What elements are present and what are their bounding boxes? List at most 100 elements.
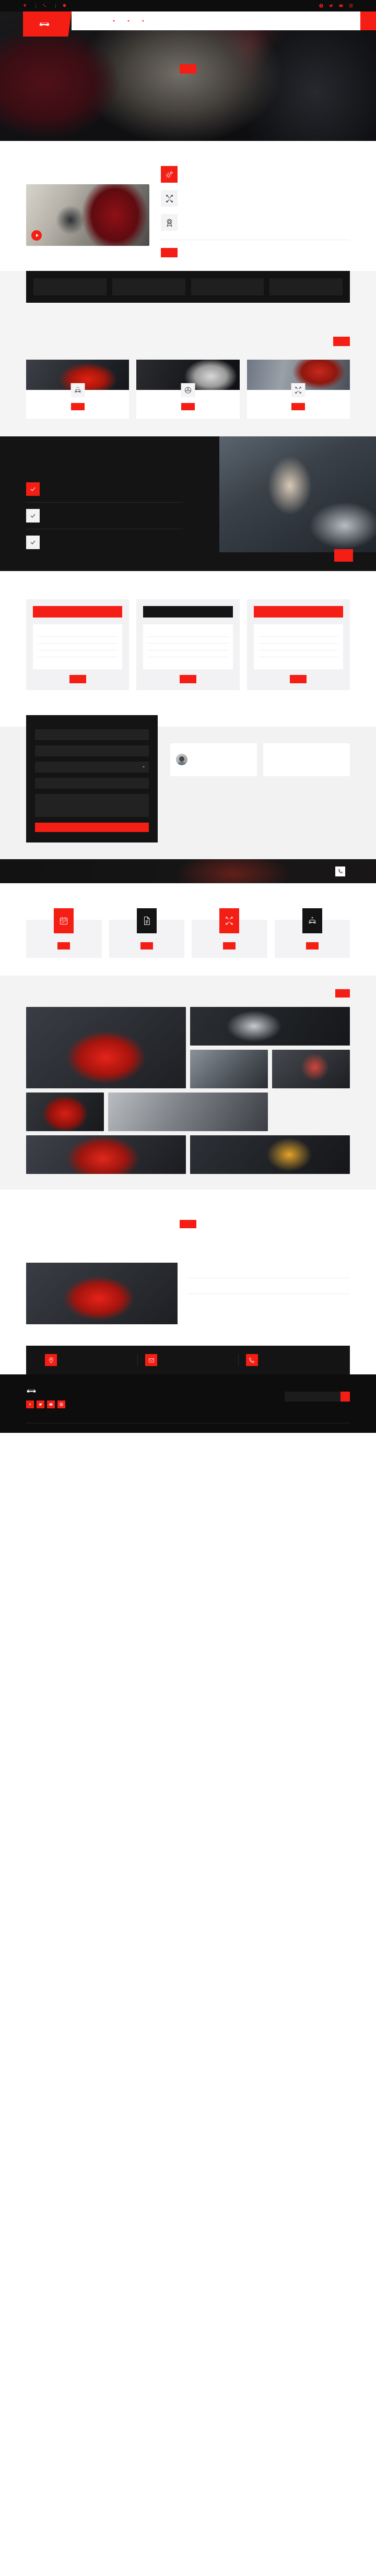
hero-learn-more-button[interactable] — [180, 64, 196, 74]
twitter-icon[interactable] — [37, 1400, 44, 1409]
select-plan-button[interactable] — [179, 675, 196, 684]
date-field[interactable] — [35, 778, 149, 789]
nav-item-pages[interactable] — [126, 20, 130, 22]
gallery-section — [0, 976, 376, 1190]
get-offer-button[interactable] — [180, 1219, 196, 1228]
gallery-item[interactable] — [190, 1007, 350, 1046]
blog-post-item[interactable] — [188, 1278, 350, 1293]
service-learn-more-button[interactable] — [70, 402, 85, 410]
gallery-item[interactable] — [26, 1093, 104, 1132]
facebook-icon[interactable] — [319, 4, 323, 8]
gallery-item[interactable] — [108, 1093, 268, 1132]
pricing-feature-list — [33, 624, 123, 670]
check-icon — [26, 509, 40, 523]
about-call-row — [161, 248, 350, 257]
appointment-button[interactable] — [360, 11, 376, 30]
make-appointment-button[interactable] — [35, 823, 149, 833]
location-icon — [45, 1354, 57, 1367]
pricing-plan-name — [143, 606, 233, 618]
car-logo-icon — [39, 20, 50, 29]
topbar — [0, 0, 376, 11]
chevron-down-icon — [127, 20, 130, 22]
topbar-phone[interactable] — [43, 4, 49, 8]
youtube-icon[interactable] — [339, 4, 343, 8]
facebook-icon[interactable] — [26, 1400, 34, 1409]
instagram-icon[interactable] — [349, 4, 353, 8]
location-icon — [23, 4, 27, 8]
footer-link[interactable] — [209, 1408, 275, 1412]
blog-featured-image — [26, 1263, 178, 1325]
step-read-more-button[interactable] — [223, 942, 236, 950]
info-bar-wrap — [0, 1346, 376, 1375]
appointment-form — [26, 715, 158, 843]
service-learn-more-button[interactable] — [181, 402, 195, 410]
pricing-feature — [258, 657, 338, 663]
steps-section — [0, 883, 376, 976]
service-learn-more-button[interactable] — [291, 402, 306, 410]
gallery-item[interactable] — [272, 1050, 350, 1089]
gallery-item[interactable] — [26, 1135, 186, 1174]
service-card[interactable] — [26, 359, 130, 419]
blog-post-item[interactable] — [188, 1293, 350, 1309]
footer-link[interactable] — [135, 1408, 200, 1412]
car-logo-icon — [26, 1387, 37, 1395]
hero-cta-wrap — [0, 64, 376, 74]
step-read-more-button[interactable] — [57, 942, 70, 950]
footer-link[interactable] — [209, 1400, 275, 1404]
service-card[interactable] — [136, 359, 240, 419]
blog-section — [0, 1238, 376, 1346]
gallery-item[interactable] — [26, 1007, 186, 1089]
more-about-us-button[interactable] — [161, 248, 178, 257]
footer-logo[interactable] — [26, 1387, 125, 1395]
why-feature — [26, 476, 183, 502]
newsletter-email-input[interactable] — [284, 1392, 340, 1402]
pricing-feature — [38, 643, 118, 650]
step-card — [26, 908, 102, 958]
pricing-feature — [148, 657, 228, 663]
email-field[interactable] — [35, 745, 149, 757]
nav-item-blog[interactable] — [140, 20, 144, 22]
service-card[interactable] — [246, 359, 350, 419]
pricing-card — [246, 599, 350, 691]
services-select[interactable] — [35, 762, 149, 773]
gallery-item[interactable] — [190, 1135, 350, 1174]
all-services-button[interactable] — [333, 336, 350, 346]
mail-icon — [145, 1354, 158, 1367]
footer-bottom — [26, 1423, 350, 1433]
info-email — [137, 1354, 238, 1367]
nav-item-services[interactable] — [111, 20, 115, 22]
footer-link[interactable] — [209, 1392, 275, 1396]
info-location — [38, 1354, 137, 1367]
instagram-icon[interactable] — [57, 1400, 65, 1409]
footer-link[interactable] — [209, 1396, 275, 1400]
watch-video-button[interactable] — [31, 230, 44, 241]
pricing-plan-name — [33, 606, 123, 618]
youtube-icon[interactable] — [47, 1400, 55, 1409]
logo[interactable] — [23, 11, 72, 37]
car-wash-icon — [70, 383, 85, 397]
footer-link[interactable] — [135, 1404, 200, 1408]
select-plan-button[interactable] — [69, 675, 86, 684]
blog-post-item[interactable] — [188, 1263, 350, 1278]
cta-overlay — [0, 859, 376, 884]
step-read-more-button[interactable] — [140, 942, 153, 950]
footer-link[interactable] — [135, 1392, 200, 1396]
pricing-plan-name — [253, 606, 343, 618]
twitter-icon[interactable] — [329, 4, 333, 8]
services-header — [26, 329, 350, 346]
pricing-feature — [148, 636, 228, 643]
footer-link[interactable] — [209, 1404, 275, 1408]
gallery-item[interactable] — [190, 1050, 268, 1089]
message-field[interactable] — [35, 794, 149, 817]
pricing-feature — [258, 630, 338, 636]
blog-featured-post[interactable] — [26, 1263, 178, 1329]
step-card — [274, 908, 350, 958]
step-read-more-button[interactable] — [306, 942, 319, 950]
gears-icon — [161, 166, 178, 183]
name-field[interactable] — [35, 729, 149, 741]
newsletter-subscribe-button[interactable] — [340, 1392, 350, 1402]
footer-link[interactable] — [135, 1396, 200, 1400]
select-plan-button[interactable] — [290, 675, 307, 684]
footer-link[interactable] — [135, 1400, 200, 1404]
view-all-button[interactable] — [335, 989, 350, 998]
